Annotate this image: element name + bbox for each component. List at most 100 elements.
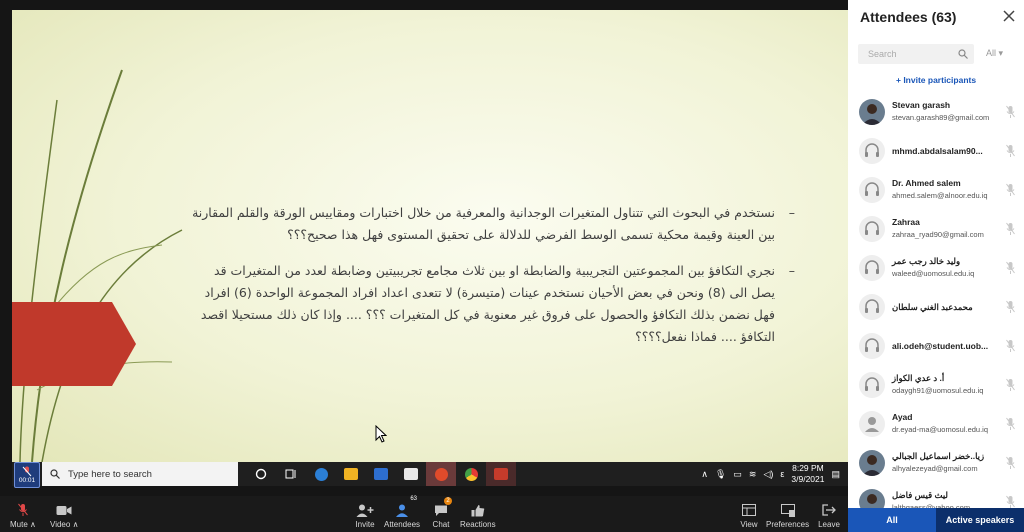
invite-participants-link[interactable]: + Invite participants — [896, 75, 976, 85]
muted-mic-icon — [1006, 222, 1015, 235]
add-person-icon — [354, 502, 376, 518]
tab-active-speakers[interactable]: Active speakers — [936, 508, 1024, 532]
chrome-icon[interactable] — [456, 462, 486, 486]
attendee-name: Stevan garash — [892, 100, 951, 110]
clock[interactable]: 8:29 PM 3/9/2021 — [791, 463, 824, 485]
notifications-icon[interactable]: ▤ — [831, 469, 840, 480]
attendee-list: Stevan garash stevan.garash89@gmail.com mh… — [848, 94, 1024, 523]
edge-icon[interactable] — [306, 462, 336, 486]
attendee-row[interactable]: Stevan garash stevan.garash89@gmail.com — [848, 94, 1024, 133]
attendee-row[interactable]: Dr. Ahmed salem ahmed.salem@alnoor.edu.iq — [848, 172, 1024, 211]
headset-avatar-icon — [859, 333, 885, 359]
leave-button[interactable]: Leave — [818, 502, 840, 529]
attendee-name: Zahraa — [892, 217, 920, 227]
attendee-row[interactable]: Ayad dr.eyad-ma@uomosul.edu.iq — [848, 406, 1024, 445]
red-arrow-shape — [12, 302, 136, 386]
view-button[interactable]: View — [738, 502, 760, 529]
chevron-up-icon[interactable]: ∧ — [701, 469, 708, 480]
meeting-controls: Mute ∧ Video ∧ Invite 63 Attendees 2 Cha… — [0, 496, 848, 532]
attendee-email: dr.eyad-ma@uomosul.edu.iq — [892, 425, 988, 434]
chevron-down-icon: ▾ — [998, 48, 1004, 58]
muted-mic-icon — [1006, 339, 1015, 352]
avatar — [859, 450, 885, 476]
attendees-icon: 63 — [391, 496, 417, 518]
webex-meeting-window: – نستخدم في البحوث التي تتناول المتغيرات… — [0, 0, 1024, 532]
cortana-icon[interactable] — [246, 462, 276, 486]
attendee-name: زيا..خضر اسماعيل الجبالي — [892, 451, 985, 461]
headset-avatar-icon — [859, 216, 885, 242]
muted-mic-icon — [1006, 144, 1015, 157]
slide-text: – نستخدم في البحوث التي تتناول المتغيرات… — [187, 202, 795, 362]
tab-all[interactable]: All — [848, 508, 936, 532]
preferences-button[interactable]: Preferences — [766, 502, 809, 529]
attendee-email: stevan.garash89@gmail.com — [892, 113, 990, 122]
slide-bullet: – نستخدم في البحوث التي تتناول المتغيرات… — [192, 205, 795, 242]
webex-app-icon[interactable] — [426, 462, 456, 486]
shared-screen: – نستخدم في البحوث التي تتناول المتغيرات… — [0, 0, 848, 532]
powerpoint-icon[interactable] — [486, 462, 516, 486]
store-icon[interactable] — [396, 462, 426, 486]
search-icon — [50, 469, 60, 479]
muted-mic-icon — [12, 502, 34, 518]
mute-button[interactable]: Mute ∧ — [10, 502, 36, 529]
attendee-row[interactable]: محمدعبد الغني سلطان — [848, 289, 1024, 328]
volume-icon[interactable]: ◁) — [763, 469, 773, 480]
muted-mic-icon — [1006, 456, 1015, 469]
muted-mic-icon — [1006, 300, 1015, 313]
attendee-name: وليد خالد رجب عمر — [892, 256, 961, 266]
task-view-icon[interactable] — [276, 462, 306, 486]
chat-button[interactable]: 2 Chat — [430, 497, 452, 529]
attendee-name: Ayad — [892, 412, 913, 422]
attendee-row[interactable]: ali.odeh@student.uob... — [848, 328, 1024, 367]
reactions-button[interactable]: Reactions — [460, 502, 496, 529]
panel-tabs: All Active speakers — [848, 508, 1024, 532]
video-camera-icon — [53, 502, 75, 518]
muted-mic-icon — [1006, 417, 1015, 430]
headset-avatar-icon — [859, 294, 885, 320]
attendee-filter-dropdown[interactable]: All ▾ — [986, 48, 1003, 59]
attendee-row[interactable]: زيا..خضر اسماعيل الجبالي alhyalezeyad@gma… — [848, 445, 1024, 484]
attendee-name: Dr. Ahmed salem — [892, 178, 961, 188]
attendee-row[interactable]: أ. د عدي الكواز odaygh91@uomosul.edu.iq — [848, 367, 1024, 406]
taskbar-search-box[interactable]: Type here to search — [42, 462, 238, 486]
attendee-email: alhyalezeyad@gmail.com — [892, 464, 978, 473]
chevron-up-icon[interactable]: ∧ — [73, 520, 79, 529]
mouse-cursor-icon — [375, 425, 387, 443]
file-explorer-icon[interactable] — [336, 462, 366, 486]
muted-mic-icon — [1006, 183, 1015, 196]
attendees-panel: Attendees (63) Search All ▾ + Invite par… — [848, 0, 1024, 532]
headset-avatar-icon — [859, 177, 885, 203]
attendee-email: zahraa_ryad90@gmail.com — [892, 230, 984, 239]
attendee-row[interactable]: وليد خالد رجب عمر waleed@uomosul.edu.iq — [848, 250, 1024, 289]
language-indicator[interactable]: ε — [780, 469, 784, 479]
attendee-name: أ. د عدي الكواز — [892, 373, 945, 383]
chevron-up-icon[interactable]: ∧ — [30, 520, 36, 529]
attendees-button[interactable]: 63 Attendees — [384, 496, 420, 529]
attendee-name: محمدعبد الغني سلطان — [892, 302, 973, 312]
attendee-search-input[interactable]: Search — [858, 44, 974, 64]
attendee-email: odaygh91@uomosul.edu.iq — [892, 386, 984, 395]
avatar — [859, 99, 885, 125]
attendee-email: waleed@uomosul.edu.iq — [892, 269, 975, 278]
attendee-row[interactable]: mhmd.abdalsalam90... — [848, 133, 1024, 172]
video-button[interactable]: Video ∧ — [50, 502, 78, 529]
microphone-tray-icon[interactable]: 🎙 — [715, 469, 726, 480]
self-view-muted-badge[interactable]: 00:01 — [14, 462, 40, 488]
taskbar-apps — [246, 462, 516, 486]
person-avatar-icon — [859, 411, 885, 437]
muted-mic-icon — [22, 466, 32, 477]
network-icon[interactable]: ▭ — [733, 469, 742, 480]
mail-icon[interactable] — [366, 462, 396, 486]
wifi-icon[interactable]: ≋ — [749, 469, 757, 480]
search-icon — [958, 49, 968, 59]
invite-button[interactable]: Invite — [354, 502, 376, 529]
panel-header: Attendees (63) — [848, 0, 1024, 36]
chat-bubble-icon: 2 — [430, 497, 452, 518]
thumbs-up-icon — [467, 502, 489, 518]
muted-mic-icon — [1006, 105, 1015, 118]
system-tray: ∧ 🎙 ▭ ≋ ◁) ε 8:29 PM 3/9/2021 ▤ — [701, 463, 848, 485]
headset-avatar-icon — [859, 372, 885, 398]
close-icon[interactable] — [1002, 9, 1016, 23]
attendee-row[interactable]: Zahraa zahraa_ryad90@gmail.com — [848, 211, 1024, 250]
layout-grid-icon — [738, 502, 760, 518]
